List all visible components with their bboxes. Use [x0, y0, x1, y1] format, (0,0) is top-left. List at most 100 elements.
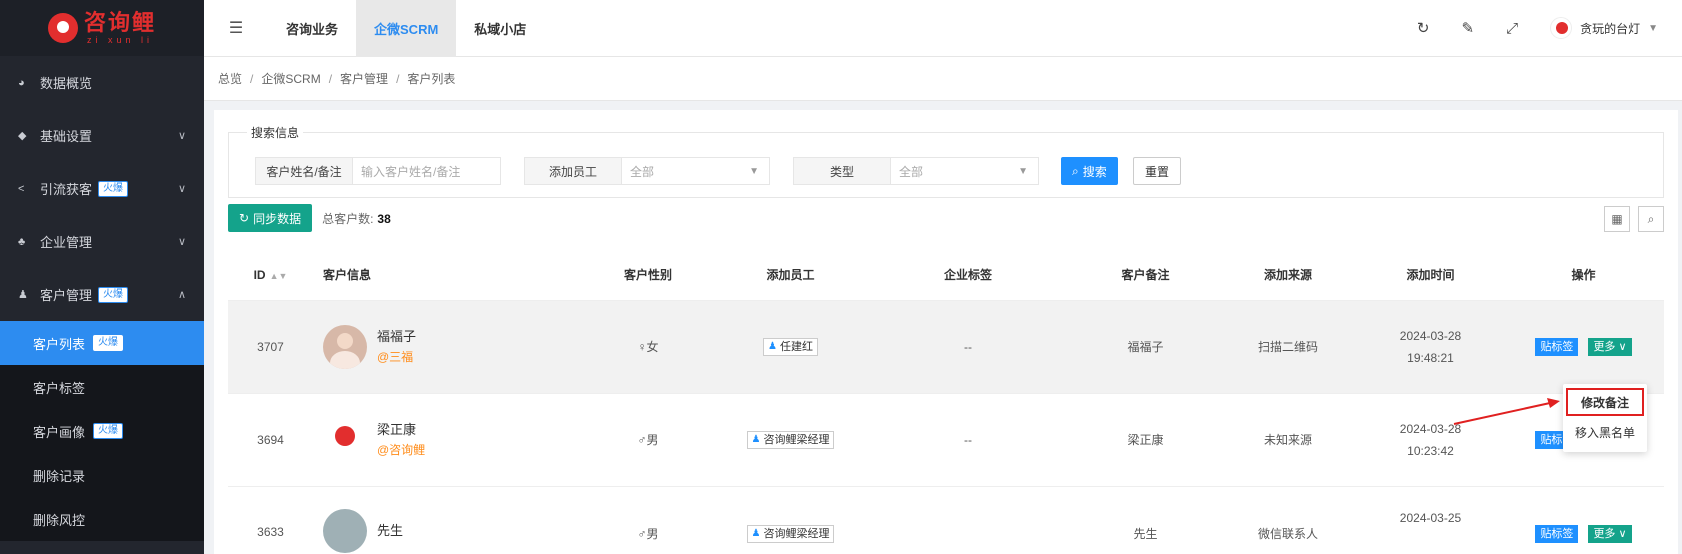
- sync-data-button[interactable]: ↻ 同步数据: [228, 204, 313, 232]
- cell-source: 扫描二维码: [1218, 300, 1358, 394]
- cell-id: 3633: [228, 486, 313, 554]
- reset-button[interactable]: 重置: [1133, 157, 1182, 185]
- customer-name: 梁正康: [377, 421, 417, 437]
- hot-badge: 火爆: [93, 335, 124, 351]
- person-icon: ♟: [751, 527, 761, 539]
- search-legend: 搜索信息: [251, 126, 300, 140]
- sidebar-item-overview[interactable]: ◕ 数据概览: [0, 56, 204, 109]
- name-search-input[interactable]: 输入客户姓名/备注: [353, 158, 500, 184]
- breadcrumb-item[interactable]: 企微SCRM: [261, 70, 320, 87]
- staff-tag: ♟ 咨询鲤梁经理: [746, 524, 835, 543]
- fullscreen-icon[interactable]: ⤢: [1506, 20, 1518, 37]
- cell-tags: --: [863, 393, 1073, 487]
- tab-private-shop[interactable]: 私域小店: [456, 0, 544, 57]
- sidebar-subitem-delete-risk[interactable]: 删除风控: [0, 497, 204, 541]
- cell-gender: ♂男: [578, 486, 718, 554]
- sidebar-item-label: 客户管理: [40, 288, 93, 303]
- customer-name: 先生: [377, 522, 404, 538]
- cell-remark: 先生: [1073, 486, 1218, 554]
- sidebar-subitem-customer-tags[interactable]: 客户标签: [0, 365, 204, 409]
- breadcrumb-item[interactable]: 客户管理: [340, 70, 388, 87]
- sidebar-item-label: 企业管理: [40, 235, 93, 250]
- column-header-remark: 客户备注: [1073, 250, 1218, 301]
- column-header-actions: 操作: [1503, 250, 1664, 301]
- chevron-down-icon: ∨: [177, 236, 186, 248]
- chevron-down-icon: ∨: [1618, 340, 1627, 353]
- logo-subtitle: zi xun li: [86, 34, 153, 45]
- add-tag-button[interactable]: 贴标签: [1535, 337, 1579, 356]
- breadcrumb: 总览 / 企微SCRM / 客户管理 / 客户列表: [204, 57, 1682, 101]
- sidebar-item-enterprise[interactable]: ♣ 企业管理 ∨: [0, 215, 204, 268]
- person-icon: ♟: [768, 340, 777, 352]
- column-header-id[interactable]: ID ▲▼: [228, 250, 313, 301]
- columns-icon[interactable]: ▦: [1604, 206, 1630, 232]
- cell-id: 3694: [228, 393, 313, 487]
- refresh-icon[interactable]: ↻: [1417, 19, 1430, 37]
- staff-filter-label: 添加员工: [525, 158, 622, 184]
- move-to-blacklist-menu-item[interactable]: 移入黑名单: [1563, 416, 1647, 448]
- cell-tags: --: [863, 300, 1073, 394]
- brush-icon[interactable]: ✎: [1461, 19, 1474, 37]
- column-header-source: 添加来源: [1218, 250, 1358, 301]
- annotation-arrow: [1453, 398, 1560, 425]
- logo-icon: [47, 13, 78, 43]
- cell-source: 未知来源: [1218, 393, 1358, 487]
- cube-icon: ◆: [18, 130, 27, 142]
- cell-gender: ♂男: [578, 393, 718, 487]
- type-filter: 类型 全部 ▼: [793, 157, 1039, 185]
- sidebar-subitem-customer-list[interactable]: 客户列表 火爆: [0, 321, 204, 365]
- logo-title: 咨询鲤: [83, 9, 156, 35]
- sidebar-subitem-label: 删除记录: [33, 468, 86, 484]
- caret-down-icon: ▼: [1648, 22, 1658, 34]
- cell-remark: 梁正康: [1073, 393, 1218, 487]
- staff-select[interactable]: 全部 ▼: [622, 158, 769, 184]
- staff-filter: 添加员工 全部 ▼: [524, 157, 770, 185]
- total-count-value: 38: [377, 211, 391, 226]
- sidebar-item-basic-settings[interactable]: ◆ 基础设置 ∨: [0, 109, 204, 162]
- cell-tags: [863, 486, 1073, 554]
- cell-gender: ♀女: [578, 300, 718, 394]
- sidebar-item-traffic[interactable]: < 引流获客 火爆 ∨: [0, 162, 204, 215]
- chevron-down-icon: ∨: [177, 183, 186, 195]
- add-tag-button[interactable]: 贴标签: [1535, 524, 1579, 543]
- customer-corp: @三福: [377, 349, 414, 364]
- sidebar-subitem-customer-portrait[interactable]: 客户画像 火爆: [0, 409, 204, 453]
- tab-scrm[interactable]: 企微SCRM: [356, 0, 457, 57]
- sort-icon[interactable]: ▲▼: [270, 271, 288, 281]
- tab-consulting[interactable]: 咨询业务: [268, 0, 356, 57]
- menu-toggle-icon[interactable]: ☰: [204, 18, 268, 38]
- table-row: 3694 梁正康 @咨询鲤 ♂男 ♟ 咨询鲤梁经理 -- 梁正康 未知来源 202…: [228, 393, 1664, 487]
- cell-time: 2024-03-25: [1358, 486, 1503, 554]
- type-select[interactable]: 全部 ▼: [891, 158, 1038, 184]
- avatar: [323, 508, 367, 553]
- staff-tag: ♟ 任建红: [763, 337, 818, 356]
- more-dropdown-menu: 修改备注 移入黑名单: [1563, 384, 1647, 452]
- sidebar-item-customer-mgmt[interactable]: ♟ 客户管理 火爆 ∧: [0, 268, 204, 321]
- sidebar-subitem-delete-records[interactable]: 删除记录: [0, 453, 204, 497]
- column-header-info: 客户信息: [313, 250, 578, 301]
- name-filter-label: 客户姓名/备注: [256, 158, 353, 184]
- avatar: [1550, 17, 1573, 39]
- cell-id: 3707: [228, 300, 313, 394]
- org-chart-icon: ♣: [18, 235, 26, 248]
- sidebar: 咨询鲤 zi xun li ◕ 数据概览 ◆ 基础设置 ∨ < 引流获客 火爆 ∨…: [0, 0, 204, 554]
- app-logo[interactable]: 咨询鲤 zi xun li: [0, 0, 204, 56]
- more-button[interactable]: 更多 ∨: [1588, 524, 1632, 543]
- chevron-up-icon: ∧: [177, 289, 186, 301]
- table-header-row: ID ▲▼ 客户信息 客户性别 添加员工 企业标签 客户备注 添加来源 添加时间 …: [228, 250, 1664, 301]
- search-icon[interactable]: ⌕: [1638, 206, 1664, 232]
- customer-corp: @咨询鲤: [377, 442, 426, 457]
- hot-badge: 火爆: [98, 286, 129, 303]
- column-header-staff: 添加员工: [718, 250, 863, 301]
- user-menu[interactable]: 贪玩的台灯 ▼: [1550, 17, 1658, 39]
- cell-source: 微信联系人: [1218, 486, 1358, 554]
- sidebar-submenu: 客户列表 火爆 客户标签 客户画像 火爆 删除记录 删除风控: [0, 321, 204, 541]
- breadcrumb-item[interactable]: 总览: [218, 70, 242, 87]
- content-card: 搜索信息 客户姓名/备注 输入客户姓名/备注 添加员工 全部 ▼ 类型 全部 ▼…: [214, 110, 1678, 554]
- edit-remark-menu-item[interactable]: 修改备注: [1566, 388, 1644, 416]
- sidebar-subitem-label: 客户画像: [33, 424, 86, 440]
- more-button[interactable]: 更多 ∨: [1588, 337, 1632, 356]
- search-button[interactable]: ⌕ 搜索: [1061, 157, 1118, 185]
- pie-chart-icon: ◕: [18, 76, 25, 89]
- top-bar: ☰ 咨询业务 企微SCRM 私域小店 ↻ ✎ ⤢ 贪玩的台灯 ▼: [204, 0, 1682, 57]
